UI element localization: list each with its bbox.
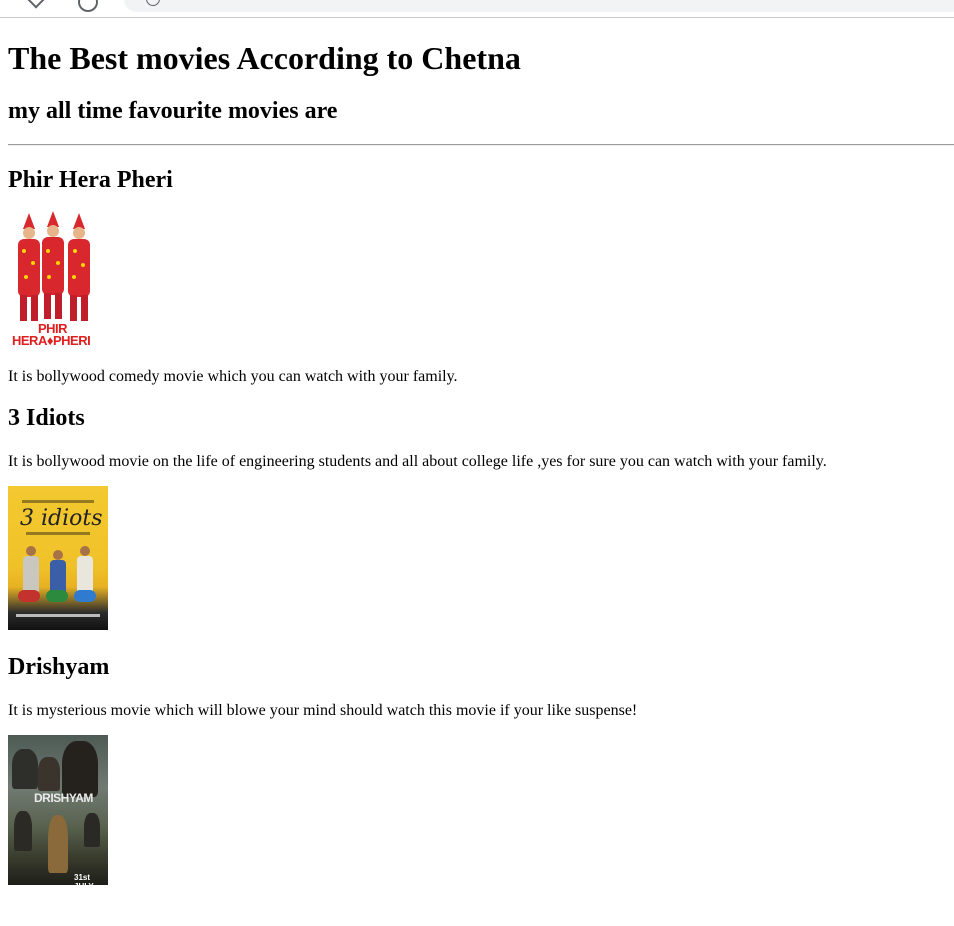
- movie-description-phir-hera-pheri: It is bollywood comedy movie which you c…: [8, 368, 458, 385]
- poster-title: DRISHYAM: [34, 791, 93, 805]
- page-subtitle: my all time favourite movies are: [8, 98, 338, 124]
- horizontal-rule: [8, 144, 954, 146]
- poster-release-date: 31st JULY: [74, 873, 94, 885]
- address-bar[interactable]: [124, 0, 954, 12]
- page-title: The Best movies According to Chetna: [8, 40, 521, 76]
- movie-description-3-idiots: It is bollywood movie on the life of eng…: [8, 453, 827, 470]
- movie-title-3-idiots: 3 Idiots: [8, 405, 85, 431]
- poster-title-line2: HERA♦PHERI: [12, 333, 91, 348]
- back-arrow-icon[interactable]: [27, 0, 45, 9]
- movie-title-drishyam: Drishyam: [8, 654, 110, 680]
- browser-toolbar: [0, 0, 954, 18]
- poster-title: 3 idiots: [20, 506, 103, 531]
- movie-description-drishyam: It is mysterious movie which will blowe …: [8, 702, 638, 719]
- poster-drishyam: DRISHYAM 31st JULY: [8, 735, 108, 885]
- poster-3-idiots: 3 idiots: [8, 486, 108, 630]
- reload-icon[interactable]: [78, 0, 98, 12]
- poster-phir-hera-pheri: PHIR HERA♦PHERI: [8, 209, 108, 349]
- movie-title-phir-hera-pheri: Phir Hera Pheri: [8, 167, 173, 193]
